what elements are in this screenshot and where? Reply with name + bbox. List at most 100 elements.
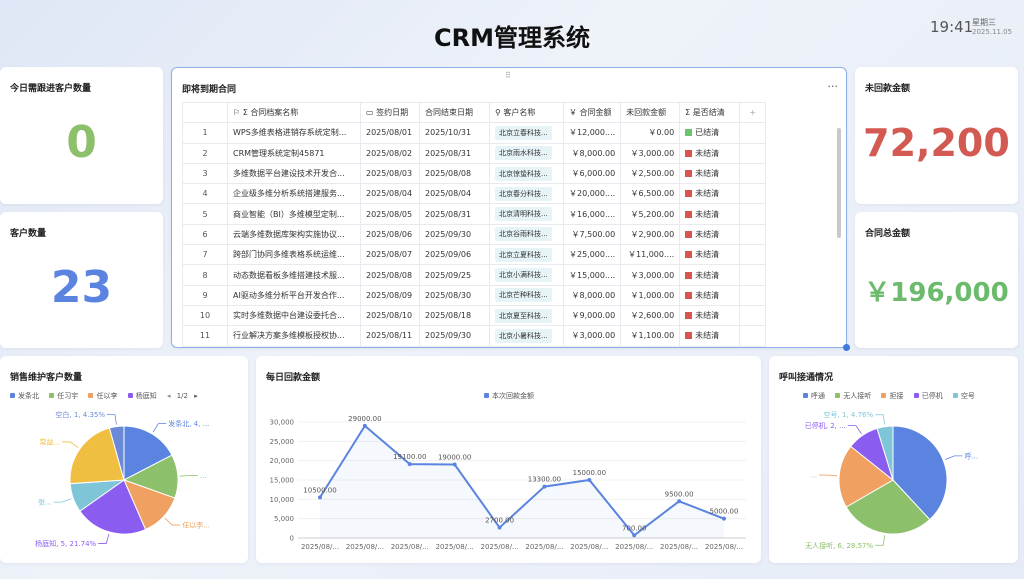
status-cell[interactable]: 未结清 (679, 203, 741, 225)
table-row[interactable]: 6 云端多维数据库架构实施协议... 2025/08/06 2025/09/30 北京谷… (182, 223, 767, 246)
data-point[interactable] (677, 499, 682, 504)
table-cell[interactable]: 10 (182, 304, 228, 327)
table-cell[interactable]: 2025/08/05 (360, 203, 420, 225)
table-cell[interactable]: 商业智能（BI）多维模型定制... (227, 203, 361, 225)
resize-handle[interactable] (843, 344, 850, 351)
table-row[interactable]: 1 WPS多维表格进销存系统定制... 2025/08/01 2025/10/31 北京… (182, 122, 767, 144)
table-cell[interactable]: 2025/10/31 (419, 122, 490, 144)
table-cell[interactable]: 2025/08/04 (360, 183, 420, 205)
status-cell[interactable]: 未结清 (679, 223, 741, 246)
status-cell[interactable]: 未结清 (679, 325, 741, 347)
col-end-date[interactable]: 合同结束日期 (419, 101, 490, 124)
status-cell[interactable]: 未结清 (679, 304, 741, 327)
table-cell[interactable]: 4 (182, 183, 228, 205)
table-row[interactable]: 2 CRM管理系统定制45871 2025/08/02 2025/08/31 北京雨水科… (182, 142, 767, 164)
status-cell[interactable]: 未结清 (679, 183, 741, 205)
table-cell[interactable]: 多维数据平台建设技术开发合... (227, 162, 361, 185)
table-cell[interactable]: ￥0.00 (620, 122, 681, 144)
customer-cell[interactable]: 北京春分科技... (489, 183, 564, 205)
data-point[interactable] (318, 495, 322, 500)
table-cell[interactable]: ￥1,000.00 (620, 284, 681, 306)
table-cell[interactable]: ￥20,000.... (562, 183, 622, 205)
customer-cell[interactable]: 北京夏至科技... (489, 304, 564, 327)
col-sign-date[interactable]: ▭ 签约日期 (360, 101, 420, 124)
table-cell[interactable]: ￥8,000.00 (562, 142, 622, 164)
col-unpaid[interactable]: 未回款金额 (620, 101, 681, 124)
table-cell[interactable]: 2025/09/30 (419, 223, 490, 246)
data-point[interactable] (722, 516, 726, 521)
table-cell[interactable]: ￥15,000.... (562, 264, 622, 286)
status-cell[interactable]: 未结清 (679, 264, 741, 286)
table-cell[interactable]: 8 (182, 264, 228, 286)
table-row[interactable]: 10 实时多维数据中台建设委托合... 2025/08/10 2025/08/18 北京… (182, 304, 767, 327)
add-column-button[interactable]: + (739, 101, 767, 124)
table-cell[interactable]: ￥3,000.00 (562, 325, 622, 347)
table-cell[interactable]: 2025/08/08 (419, 162, 490, 185)
table-cell[interactable]: ￥5,200.00 (620, 203, 681, 225)
table-cell[interactable]: 7 (182, 244, 228, 266)
table-cell[interactable]: 2025/09/30 (419, 325, 490, 347)
table-cell[interactable]: 行业解决方案多维模板授权协... (227, 325, 361, 347)
table-cell[interactable]: ￥3,000.00 (620, 142, 681, 164)
table-cell[interactable]: 2025/08/30 (419, 284, 490, 306)
table-cell[interactable]: 2025/08/03 (360, 162, 420, 185)
status-cell[interactable]: 未结清 (679, 244, 741, 266)
customer-cell[interactable]: 北京谷雨科技... (489, 223, 564, 246)
table-row[interactable]: 7 跨部门协同多维表格系统运维... 2025/08/07 2025/09/06 北京立… (182, 244, 767, 266)
status-cell[interactable]: 未结清 (679, 162, 741, 185)
table-cell[interactable]: 2025/09/06 (419, 244, 490, 266)
col-customer[interactable]: ⚲ 客户名称 (489, 101, 564, 124)
table-cell[interactable]: 3 (182, 162, 228, 185)
table-scrollbar[interactable] (837, 128, 841, 238)
data-point[interactable] (632, 533, 637, 538)
customer-cell[interactable]: 北京立春科技... (489, 122, 564, 144)
table-cell[interactable]: ￥8,000.00 (562, 284, 622, 306)
customer-cell[interactable]: 北京雨水科技... (489, 142, 564, 164)
data-point[interactable] (587, 478, 592, 482)
table-cell[interactable]: 实时多维数据中台建设委托合... (227, 304, 361, 327)
table-cell[interactable]: AI驱动多维分析平台开发合作... (227, 284, 361, 306)
col-amount[interactable]: ￥ 合同金额 (562, 101, 622, 124)
table-cell[interactable]: ￥1,100.00 (620, 325, 681, 347)
table-cell[interactable]: ￥25,000.... (562, 244, 622, 266)
customer-cell[interactable]: 北京小暑科技... (489, 325, 564, 347)
table-cell[interactable]: ￥16,000.... (562, 203, 622, 225)
col-name[interactable]: ⚐ Σ 合同档案名称 (227, 101, 361, 124)
table-cell[interactable]: 2025/08/31 (419, 142, 490, 164)
table-cell[interactable]: 2025/08/07 (360, 244, 420, 266)
table-cell[interactable]: 跨部门协同多维表格系统运维... (227, 244, 361, 266)
customer-cell[interactable]: 北京小满科技... (489, 264, 564, 286)
table-cell[interactable]: 云端多维数据库架构实施协议... (227, 223, 361, 246)
table-row[interactable]: 3 多维数据平台建设技术开发合... 2025/08/03 2025/08/08 北京惊… (182, 162, 767, 185)
table-cell[interactable]: ￥7,500.00 (562, 223, 622, 246)
table-cell[interactable]: ￥9,000.00 (562, 304, 622, 327)
table-row[interactable]: 4 企业级多维分析系统搭建服务... 2025/08/04 2025/08/04 北京春… (182, 183, 767, 205)
table-cell[interactable]: CRM管理系统定制45871 (227, 142, 361, 164)
table-cell[interactable]: ￥12,000.... (562, 122, 622, 144)
table-cell[interactable]: ￥2,600.00 (620, 304, 681, 327)
data-point[interactable] (362, 423, 367, 428)
status-cell[interactable]: 未结清 (679, 142, 741, 164)
table-cell[interactable]: ￥11,000.... (620, 244, 681, 266)
table-cell[interactable]: ￥6,000.00 (562, 162, 622, 185)
col-settled[interactable]: Σ 是否结清 (679, 101, 741, 124)
table-cell[interactable]: 2025/08/10 (360, 304, 420, 327)
table-cell[interactable]: 2 (182, 142, 228, 164)
customer-cell[interactable]: 北京芒种科技... (489, 284, 564, 306)
table-cell[interactable]: 2025/08/18 (419, 304, 490, 327)
customer-cell[interactable]: 北京立夏科技... (489, 244, 564, 266)
drag-handle-icon[interactable]: ⠿ (505, 71, 511, 80)
customer-cell[interactable]: 北京惊蛰科技... (489, 162, 564, 185)
table-cell[interactable]: 2025/08/06 (360, 223, 420, 246)
data-point[interactable] (452, 462, 457, 467)
table-row[interactable]: 5 商业智能（BI）多维模型定制... 2025/08/05 2025/08/31 北京… (182, 203, 767, 225)
table-cell[interactable]: 企业级多维分析系统搭建服务... (227, 183, 361, 205)
table-cell[interactable]: 动态数据看板多维搭建技术服... (227, 264, 361, 286)
table-cell[interactable]: ￥2,900.00 (620, 223, 681, 246)
table-cell[interactable]: 2025/08/31 (419, 203, 490, 225)
table-cell[interactable]: 2025/08/11 (360, 325, 420, 347)
table-cell[interactable]: 2025/08/01 (360, 122, 420, 144)
more-icon[interactable]: ··· (828, 80, 839, 93)
table-cell[interactable]: 1 (182, 122, 228, 144)
table-row[interactable]: 8 动态数据看板多维搭建技术服... 2025/08/08 2025/09/25 北京小… (182, 264, 767, 286)
